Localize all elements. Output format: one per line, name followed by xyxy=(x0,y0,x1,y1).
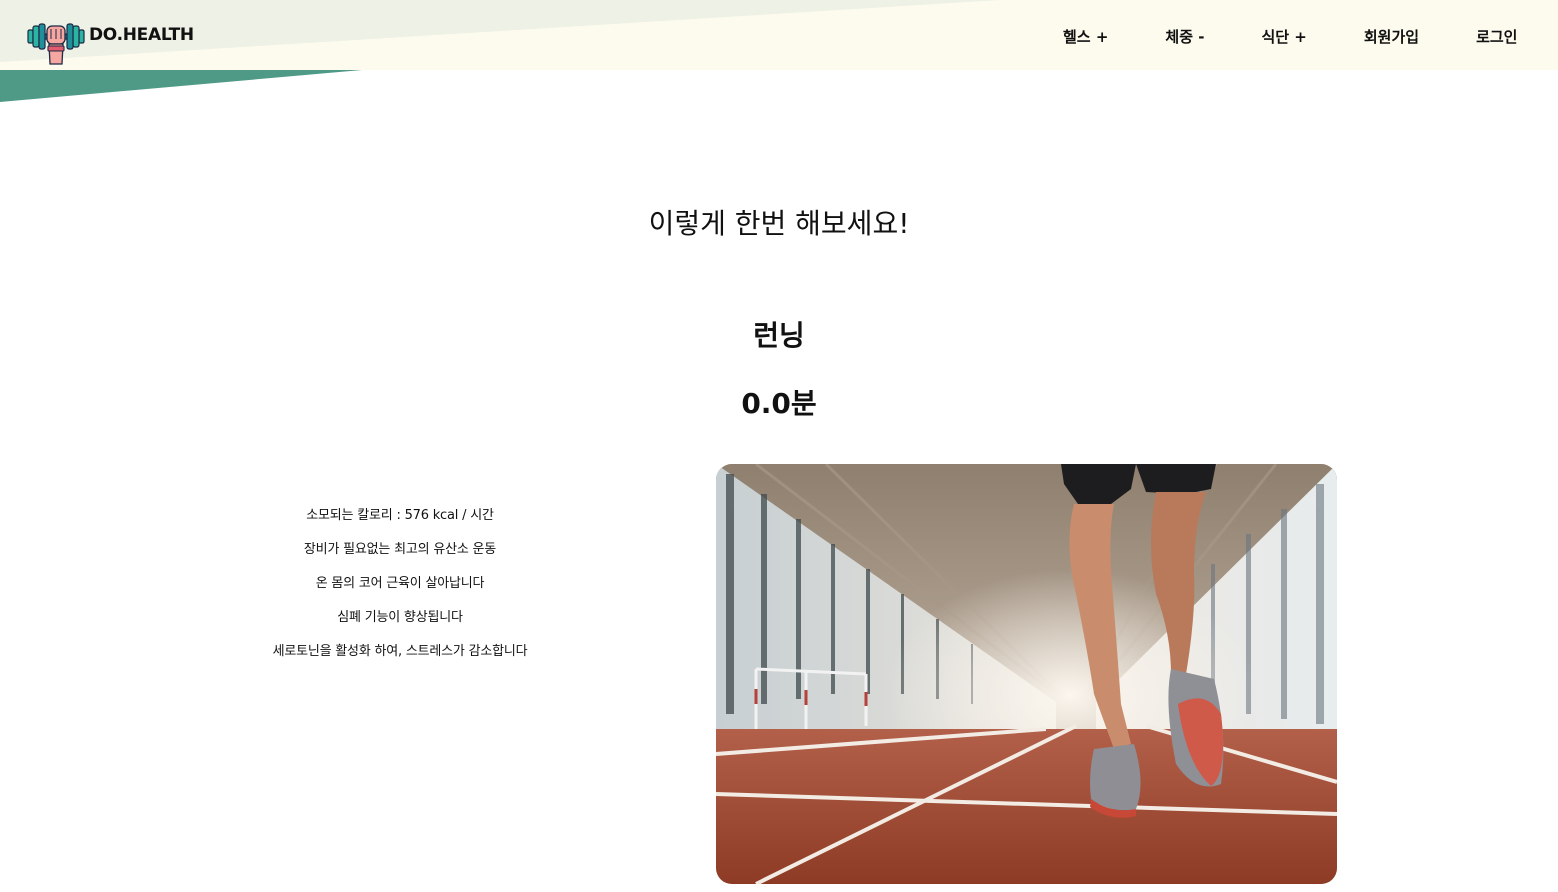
info-equipment: 장비가 필요없는 최고의 유산소 운동 xyxy=(303,542,497,557)
page-headline: 이렇게 한번 해보세요! xyxy=(648,207,910,240)
info-cardio: 심폐 기능이 향상됩니다 xyxy=(337,610,463,625)
nav-diet[interactable]: 식단 + xyxy=(1261,26,1306,47)
info-core: 온 몸의 코어 근육이 살아납니다 xyxy=(315,576,485,591)
nav-weight[interactable]: 체중 - xyxy=(1165,26,1204,47)
nav-login[interactable]: 로그인 xyxy=(1476,26,1517,47)
site-header: DO.HEALTH 헬스 + 체중 - 식단 + 회원가입 로그인 xyxy=(0,0,1558,104)
info-serotonin: 세로토닌을 활성화 하여, 스트레스가 감소합니다 xyxy=(272,644,528,659)
nav-health[interactable]: 헬스 + xyxy=(1063,26,1108,47)
exercise-name: 런닝 xyxy=(753,319,805,352)
exercise-info-list: 소모되는 칼로리 : 576 kcal / 시간 장비가 필요없는 최고의 유산… xyxy=(180,505,620,675)
brand-name: DO.HEALTH xyxy=(89,25,194,45)
exercise-duration: 0.0분 xyxy=(741,387,817,420)
info-calories: 소모되는 칼로리 : 576 kcal / 시간 xyxy=(306,508,494,523)
dumbbell-fist-icon xyxy=(26,18,86,66)
logo-link[interactable]: DO.HEALTH xyxy=(26,18,194,66)
running-photo xyxy=(716,464,1337,884)
nav-signup[interactable]: 회원가입 xyxy=(1364,26,1419,47)
main-nav: 헬스 + 체중 - 식단 + 회원가입 로그인 xyxy=(1063,24,1517,48)
header-background xyxy=(0,0,1558,102)
